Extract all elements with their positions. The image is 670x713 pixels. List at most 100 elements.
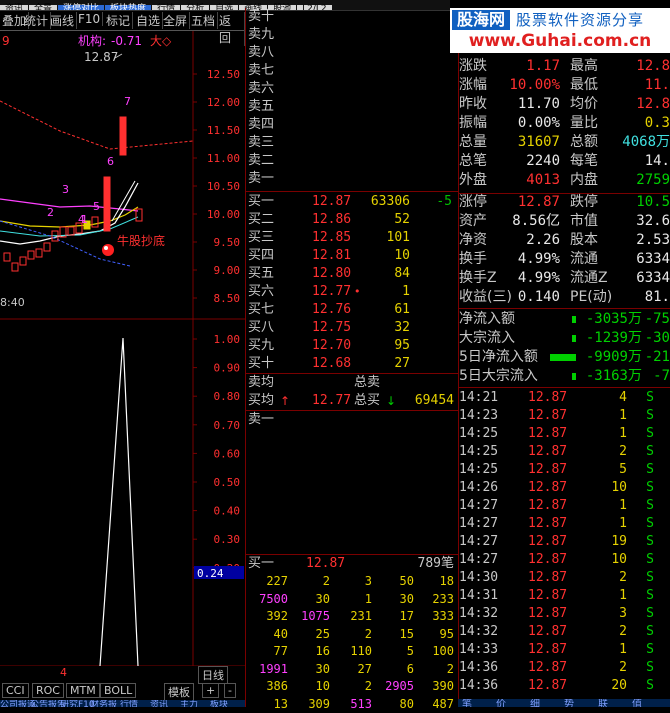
bottom-status-item[interactable]: 主力	[180, 700, 198, 707]
buy-level-label: 买十	[248, 356, 275, 371]
flow-extra: -30	[644, 330, 670, 346]
toolbar-btn-5[interactable]: 自选	[134, 12, 164, 29]
quote-label: 外盘	[459, 172, 487, 188]
detail-tab[interactable]: 势	[564, 699, 574, 707]
quote-label: PE(动)	[570, 289, 613, 305]
quote-value: 0.00%	[517, 115, 560, 131]
trade-time: 14:27	[459, 534, 499, 549]
buy-level-row[interactable]: 买十 12.68 27	[246, 355, 458, 373]
quote-value: 8.56亿	[512, 213, 560, 229]
high-price-label: 12.87	[84, 50, 118, 64]
trade-time: 14:27	[459, 498, 499, 513]
price-tick-label: 9.00	[214, 264, 241, 277]
indicator-tab-5[interactable]: +	[202, 683, 220, 698]
quote-label: 均价	[570, 96, 598, 112]
avg-buy-row: 买均 ↑ 12.77 总买 ↓ 69454	[246, 392, 458, 410]
quote-value: 4.99%	[517, 270, 560, 286]
bottom-status-item[interactable]: 资讯	[150, 700, 168, 707]
detail-tab[interactable]: 细	[530, 699, 540, 707]
queue-cell: 487	[432, 696, 454, 711]
price-tick-label: 11.00	[207, 152, 240, 165]
period-button[interactable]: 日线	[198, 666, 228, 684]
queue-cell: 30	[315, 591, 330, 606]
sell-level-label: 卖三	[248, 135, 275, 150]
sell-level-label: 卖八	[248, 45, 275, 60]
buy-level-row[interactable]: 买二 12.86 52	[246, 211, 458, 229]
queue-cell: 392	[266, 609, 288, 623]
flow-row: 5日净流入额 -9909万 -21	[458, 348, 670, 367]
buy-level-vol: 52	[394, 212, 410, 227]
flow-value: -3035万	[585, 311, 642, 327]
trade-volume: 4	[619, 390, 627, 405]
sell-level-row[interactable]: 卖八	[246, 44, 458, 62]
price-tick-label: 12.00	[207, 96, 240, 109]
detail-tab[interactable]: 联	[598, 699, 608, 707]
vol-tick-label: 1.00	[214, 333, 241, 346]
trade-volume: 19	[611, 534, 627, 549]
buy-level-row[interactable]: 买五 12.80 84	[246, 265, 458, 283]
buy-level-price: 12.86	[312, 212, 352, 227]
quote-row: 昨收 11.70 均价 12.8	[458, 95, 670, 114]
bottom-status-item[interactable]: 行情	[120, 700, 138, 707]
buy-level-row[interactable]: 买六 12.77 • 1	[246, 283, 458, 301]
trade-direction: S	[646, 642, 654, 657]
quote-sep	[458, 308, 670, 309]
buy-level-row[interactable]: 买七 12.76 61	[246, 301, 458, 319]
flow-row: 5日大宗流入 -3163万 -7	[458, 367, 670, 386]
buy-level-vol: 1	[402, 284, 410, 299]
quote-value: 81.	[644, 289, 670, 305]
sell-level-row[interactable]: 卖二	[246, 152, 458, 170]
trade-direction: S	[646, 624, 654, 639]
buy-level-row[interactable]: 买九 12.70 95	[246, 337, 458, 355]
buy-level-row[interactable]: 买一 12.87 63306 -5	[246, 193, 458, 211]
flow-label: 5日净流入额	[459, 349, 538, 365]
trade-direction: S	[646, 408, 654, 423]
signal-label: 牛股抄底	[117, 233, 165, 248]
buy-level-row[interactable]: 买三 12.85 101	[246, 229, 458, 247]
bottom-status-item[interactable]: 财务报	[90, 700, 117, 707]
detail-tab[interactable]: 笔	[462, 699, 472, 707]
queue-cell: 40	[273, 626, 288, 641]
trade-price: 12.87	[528, 624, 568, 639]
sell-level-row[interactable]: 卖三	[246, 134, 458, 152]
queue-row: 227 2 3 50 18	[246, 573, 458, 590]
indicator-tab-3[interactable]: BOLL	[100, 683, 137, 698]
sell-level-row[interactable]: 卖五	[246, 98, 458, 116]
kline-chart[interactable]: 12.50 12.00 11.50 11.00 10.50 10.00 9.50 9.00 8.…	[0, 31, 245, 666]
toolbar-btn-6[interactable]: 全屏	[161, 12, 191, 29]
detail-tab[interactable]: 值	[632, 699, 642, 707]
trade-volume: 20	[611, 678, 627, 693]
toolbar-btn-3[interactable]: F10	[76, 12, 104, 26]
buy-level-row[interactable]: 买八 12.75 32	[246, 319, 458, 337]
buy-level-row[interactable]: 买四 12.81 10	[246, 247, 458, 265]
indicator-tab-6[interactable]: -	[224, 683, 236, 698]
sell-level-row[interactable]: 卖六	[246, 80, 458, 98]
indicator-tab-1[interactable]: ROC	[32, 683, 64, 698]
buy-level-vol: 10	[394, 248, 410, 263]
quote-value: 0.3	[644, 115, 670, 131]
queue-cell: 231	[350, 609, 372, 623]
sell-level-row[interactable]: 卖四	[246, 116, 458, 134]
queue-cell: 100	[432, 644, 454, 658]
sell-level-row[interactable]: 卖一	[246, 170, 458, 188]
detail-tab[interactable]: 价	[496, 699, 506, 707]
queue-cell: 25	[315, 626, 330, 641]
indicator-tab-2[interactable]: MTM	[66, 683, 100, 698]
indicator-tab-0[interactable]: CCI	[2, 683, 29, 698]
toolbar-btn-4[interactable]: 标记	[104, 12, 134, 29]
buy-level-label: 买四	[248, 248, 275, 263]
trade-price: 12.87	[528, 498, 568, 513]
buy-level-price: 12.75	[312, 320, 352, 335]
queue-row: 13 309 513 80 487	[246, 696, 458, 713]
bottom-status-bar: 公司报道 公告报告 研究F10 财务报 行情 资讯 主力 板块	[0, 700, 245, 707]
indicator-tab-4[interactable]: 模板	[164, 683, 194, 701]
sell-level-row[interactable]: 卖七	[246, 62, 458, 80]
toolbar-btn-2[interactable]: 画线	[48, 12, 78, 29]
toolbar-btn-1[interactable]: 统计	[22, 12, 52, 29]
queue-cell: 2	[322, 574, 330, 588]
sell-level-row[interactable]: 卖十	[246, 8, 458, 26]
bottom-status-item[interactable]: 板块	[210, 700, 228, 707]
sell-level-row[interactable]: 卖九	[246, 26, 458, 44]
trade-volume: 1	[619, 642, 627, 657]
toolbar-btn-7[interactable]: 五档	[189, 12, 219, 29]
